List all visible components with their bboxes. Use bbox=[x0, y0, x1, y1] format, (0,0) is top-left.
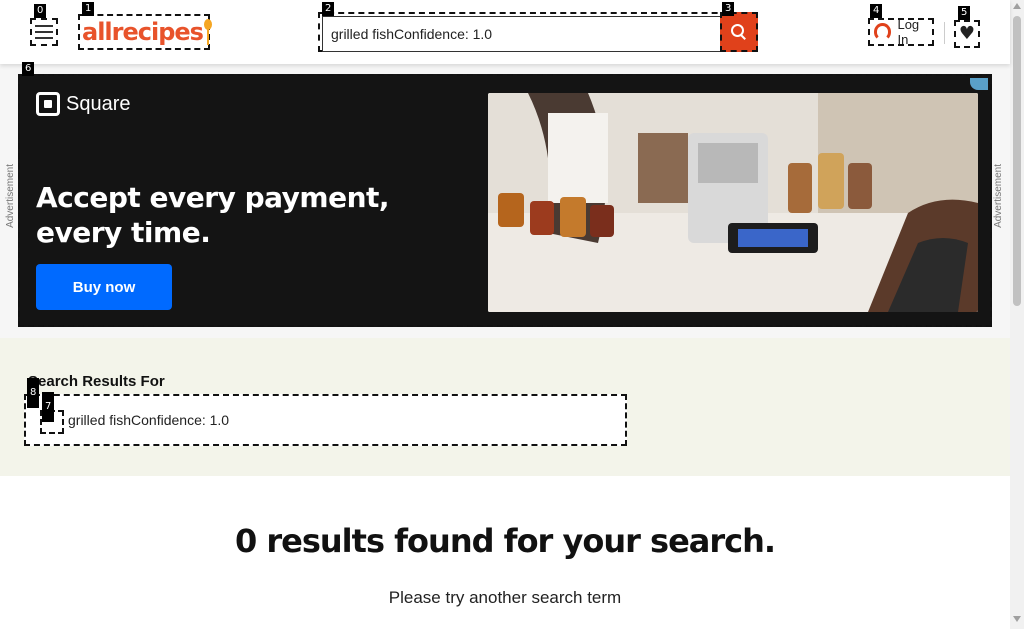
search-icon bbox=[731, 24, 747, 40]
page-scrollbar[interactable] bbox=[1010, 0, 1024, 629]
element-tag: 5 bbox=[958, 6, 971, 20]
ad-section: Advertisement Advertisement Square Accep… bbox=[0, 62, 1010, 338]
ad-brand-name: Square bbox=[66, 92, 131, 115]
scroll-up-icon[interactable] bbox=[1013, 3, 1021, 9]
buy-now-button[interactable]: Buy now bbox=[36, 264, 172, 310]
search-input[interactable] bbox=[322, 16, 722, 52]
element-tag: 2 bbox=[322, 2, 335, 16]
logo-text: allrecipes bbox=[82, 18, 204, 46]
user-icon bbox=[874, 23, 892, 41]
header-divider bbox=[944, 22, 945, 44]
ad-photo bbox=[488, 93, 978, 312]
element-tag: 0 bbox=[34, 4, 47, 18]
ad-headline: Accept every payment, every time. bbox=[36, 181, 390, 249]
scrollbar-thumb[interactable] bbox=[1013, 16, 1021, 306]
element-tag: 3 bbox=[722, 2, 735, 16]
ad-side-label: Advertisement bbox=[993, 164, 1004, 228]
hamburger-line bbox=[35, 31, 53, 33]
hamburger-line bbox=[35, 25, 53, 27]
ad-brand: Square bbox=[36, 92, 131, 116]
ad-photo-illustration bbox=[488, 93, 978, 312]
heart-icon: ♥ bbox=[958, 23, 976, 44]
element-tag: 7 bbox=[42, 392, 55, 422]
element-tag: 4 bbox=[870, 4, 883, 18]
site-header: 0 allrecipes 1 2 3 Log In 4 ♥ 5 bbox=[0, 0, 1010, 64]
element-tag: 1 bbox=[82, 2, 95, 16]
hamburger-line bbox=[35, 37, 53, 39]
scroll-down-icon[interactable] bbox=[1013, 616, 1021, 622]
element-tag: 6 bbox=[22, 62, 35, 76]
ad-side-label: Advertisement bbox=[5, 164, 16, 228]
search-button[interactable] bbox=[720, 12, 758, 52]
ad-banner[interactable]: Square Accept every payment, every time.… bbox=[18, 74, 992, 327]
square-logo-icon bbox=[36, 92, 60, 116]
menu-button[interactable] bbox=[30, 18, 58, 46]
element-tag: 8 bbox=[27, 378, 40, 408]
login-button[interactable]: Log In bbox=[868, 17, 934, 47]
saved-recipes-button[interactable]: ♥ bbox=[954, 20, 980, 48]
search-form bbox=[318, 12, 758, 52]
allrecipes-logo[interactable]: allrecipes bbox=[78, 14, 213, 50]
spoon-icon bbox=[203, 19, 213, 45]
login-label: Log In bbox=[897, 17, 920, 47]
search-query-field[interactable]: grilled fishConfidence: 1.0 bbox=[24, 394, 627, 446]
search-results-header: Search Results For grilled fishConfidenc… bbox=[0, 338, 1010, 476]
no-results-suggestion: Please try another search term bbox=[388, 588, 622, 607]
search-query-text: grilled fishConfidence: 1.0 bbox=[68, 412, 230, 428]
search-results-label: Search Results For bbox=[28, 373, 165, 390]
ad-choices-icon[interactable] bbox=[970, 78, 988, 90]
no-results-heading: 0 results found for your search. bbox=[234, 522, 776, 560]
